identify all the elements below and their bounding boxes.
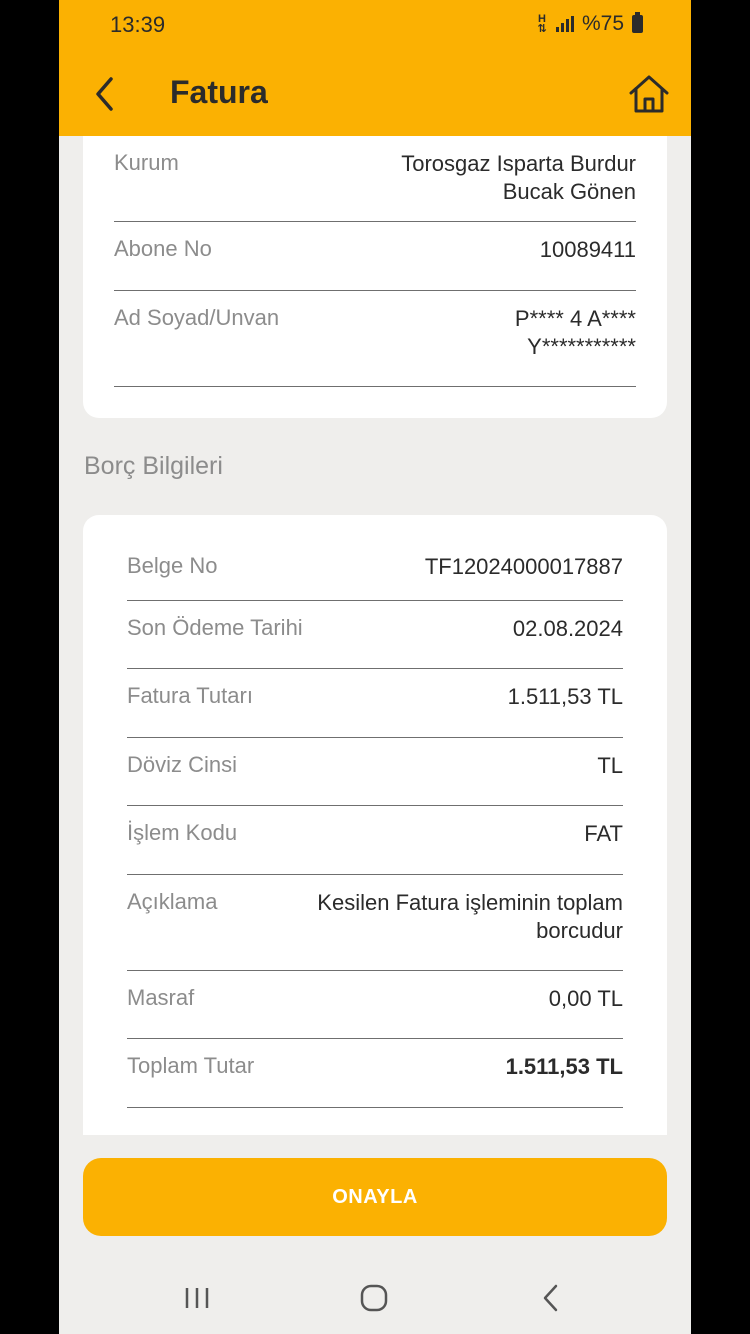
battery-percent: %75 bbox=[581, 12, 624, 35]
recents-icon bbox=[185, 1288, 209, 1308]
network-type-label: H bbox=[537, 13, 546, 25]
row-value: TL bbox=[597, 753, 623, 778]
info-row: Kurum Torosgaz Isparta Burdur Bucak Göne… bbox=[114, 136, 636, 222]
system-navigation-bar bbox=[59, 1262, 691, 1334]
debt-row: Masraf 0,00 TL bbox=[127, 971, 623, 1039]
chevron-left-icon bbox=[96, 77, 113, 111]
row-value: Torosgaz Isparta Burdur Bucak Gönen bbox=[401, 151, 636, 204]
debt-row: Döviz Cinsi TL bbox=[127, 738, 623, 806]
debt-row: Son Ödeme Tarihi 02.08.2024 bbox=[127, 601, 623, 669]
debt-row: İşlem Kodu FAT bbox=[127, 806, 623, 875]
row-value: 02.08.2024 bbox=[512, 616, 623, 641]
status-time: 13:39 bbox=[110, 12, 166, 37]
row-label: Açıklama bbox=[127, 889, 218, 914]
row-value: TF12024000017887 bbox=[424, 554, 623, 579]
nav-home-icon bbox=[360, 1284, 388, 1312]
row-label: Belge No bbox=[127, 553, 218, 578]
debt-row: Açıklama Kesilen Fatura işleminin toplam… bbox=[127, 875, 623, 971]
debt-row: Belge No TF12024000017887 bbox=[127, 539, 623, 601]
signal-icon bbox=[555, 16, 574, 32]
total-amount: 1.511,53 TL bbox=[505, 1054, 623, 1079]
row-label: Ad Soyad/Unvan bbox=[114, 305, 280, 330]
confirm-button[interactable]: ONAYLA bbox=[83, 1158, 667, 1236]
section-title: Borç Bilgileri bbox=[84, 452, 223, 480]
nav-back-icon bbox=[543, 1284, 558, 1312]
home-button[interactable] bbox=[627, 72, 671, 116]
row-value: Kesilen Fatura işleminin toplam borcudur bbox=[317, 890, 623, 943]
debt-row: Toplam Tutar 1.511,53 TL bbox=[127, 1039, 623, 1108]
network-type-icon: H ⇅ bbox=[537, 13, 547, 35]
info-row: Abone No 10089411 bbox=[114, 222, 636, 291]
row-label: İşlem Kodu bbox=[127, 820, 238, 845]
row-label: Fatura Tutarı bbox=[127, 683, 253, 708]
debt-info-card: Belge No TF12024000017887 Son Ödeme Tari… bbox=[83, 515, 667, 1135]
nav-back-button[interactable] bbox=[531, 1280, 571, 1316]
row-label: Döviz Cinsi bbox=[127, 752, 238, 777]
row-label: Masraf bbox=[127, 985, 195, 1010]
row-value: 10089411 bbox=[539, 237, 636, 262]
row-label: Toplam Tutar bbox=[127, 1053, 255, 1078]
debt-row: Fatura Tutarı 1.511,53 TL bbox=[127, 669, 623, 738]
status-icons: H ⇅ %75 bbox=[536, 12, 643, 36]
row-value: FAT bbox=[584, 821, 623, 846]
row-value: 1.511,53 TL bbox=[507, 684, 623, 709]
row-label: Kurum bbox=[114, 150, 179, 175]
app-header: 13:39 H ⇅ %75 Fatura bbox=[59, 0, 691, 136]
battery-icon bbox=[632, 12, 643, 33]
home-icon bbox=[629, 75, 669, 113]
app-screen: 13:39 H ⇅ %75 Fatura Kurum Torosgaz Ispa… bbox=[59, 0, 691, 1334]
info-row: Ad Soyad/Unvan P**** 4 A**** Y**********… bbox=[114, 291, 636, 387]
back-button[interactable] bbox=[87, 72, 123, 116]
row-value: P**** 4 A**** Y*********** bbox=[514, 306, 636, 359]
subscriber-info-card: Kurum Torosgaz Isparta Burdur Bucak Göne… bbox=[83, 136, 667, 418]
row-value: 0,00 TL bbox=[548, 986, 623, 1011]
row-label: Abone No bbox=[114, 236, 212, 261]
nav-home-button[interactable] bbox=[354, 1280, 394, 1316]
page-title: Fatura bbox=[170, 74, 268, 110]
recents-button[interactable] bbox=[177, 1280, 217, 1316]
row-label: Son Ödeme Tarihi bbox=[127, 615, 303, 640]
